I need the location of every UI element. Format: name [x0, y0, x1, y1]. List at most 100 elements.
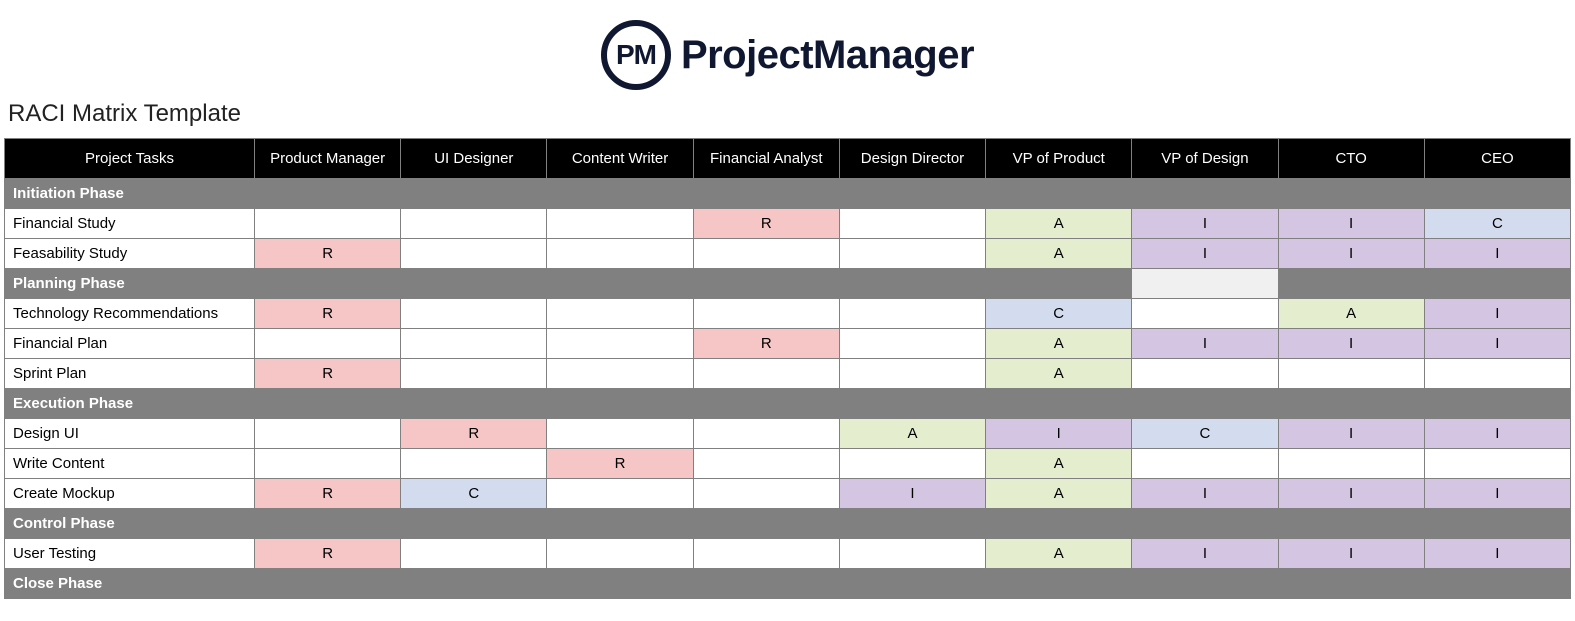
task-name: Financial Study — [5, 209, 255, 239]
raci-cell — [1132, 359, 1278, 389]
phase-cell — [255, 269, 401, 299]
raci-cell — [1278, 359, 1424, 389]
phase-cell — [693, 569, 839, 599]
table-row: Financial StudyRAIIC — [5, 209, 1571, 239]
raci-cell: A — [986, 329, 1132, 359]
phase-name: Planning Phase — [5, 269, 255, 299]
table-row: Write ContentRA — [5, 449, 1571, 479]
phase-cell — [693, 389, 839, 419]
raci-cell — [255, 449, 401, 479]
phase-cell — [1278, 389, 1424, 419]
raci-cell: C — [1424, 209, 1570, 239]
task-name: Financial Plan — [5, 329, 255, 359]
raci-cell: A — [986, 449, 1132, 479]
phase-cell — [839, 509, 985, 539]
phase-cell — [839, 389, 985, 419]
raci-cell: R — [255, 539, 401, 569]
raci-cell: I — [1424, 299, 1570, 329]
raci-cell: R — [693, 209, 839, 239]
col-header-role: UI Designer — [401, 139, 547, 179]
raci-cell: I — [1278, 209, 1424, 239]
raci-cell — [401, 359, 547, 389]
phase-name: Control Phase — [5, 509, 255, 539]
logo-area: PM ProjectManager — [0, 0, 1575, 100]
raci-cell: C — [401, 479, 547, 509]
phase-cell — [255, 509, 401, 539]
phase-cell — [1132, 509, 1278, 539]
table-row: Create MockupRCIAIII — [5, 479, 1571, 509]
phase-cell — [1132, 179, 1278, 209]
raci-cell — [839, 209, 985, 239]
phase-cell — [986, 569, 1132, 599]
phase-cell — [839, 269, 985, 299]
phase-cell — [255, 389, 401, 419]
phase-cell — [986, 269, 1132, 299]
task-name: Technology Recommendations — [5, 299, 255, 329]
raci-cell: R — [255, 359, 401, 389]
phase-cell — [255, 179, 401, 209]
phase-cell — [986, 509, 1132, 539]
col-header-role: Financial Analyst — [693, 139, 839, 179]
phase-name: Initiation Phase — [5, 179, 255, 209]
raci-cell — [693, 359, 839, 389]
raci-cell — [1424, 449, 1570, 479]
raci-cell — [547, 419, 693, 449]
phase-row: Planning Phase — [5, 269, 1571, 299]
raci-cell — [401, 239, 547, 269]
raci-cell — [839, 539, 985, 569]
phase-cell — [839, 179, 985, 209]
raci-cell — [693, 419, 839, 449]
phase-name: Execution Phase — [5, 389, 255, 419]
raci-cell — [693, 539, 839, 569]
raci-cell — [401, 539, 547, 569]
phase-cell — [401, 389, 547, 419]
raci-cell — [839, 329, 985, 359]
phase-cell — [1424, 179, 1570, 209]
raci-cell: A — [839, 419, 985, 449]
raci-cell — [547, 539, 693, 569]
raci-cell — [839, 299, 985, 329]
table-header: Project TasksProduct ManagerUI DesignerC… — [5, 139, 1571, 179]
task-name: Sprint Plan — [5, 359, 255, 389]
raci-cell: I — [1278, 239, 1424, 269]
phase-cell — [401, 569, 547, 599]
phase-cell — [547, 179, 693, 209]
raci-cell: I — [1132, 329, 1278, 359]
raci-cell: R — [255, 299, 401, 329]
phase-cell — [839, 569, 985, 599]
raci-cell — [255, 419, 401, 449]
page-title: RACI Matrix Template — [0, 100, 1575, 138]
raci-cell: R — [547, 449, 693, 479]
raci-cell — [839, 449, 985, 479]
raci-cell: A — [986, 239, 1132, 269]
phase-cell — [1278, 569, 1424, 599]
raci-cell: I — [839, 479, 985, 509]
table-row: Financial PlanRAIII — [5, 329, 1571, 359]
raci-cell: I — [1132, 479, 1278, 509]
raci-cell: R — [693, 329, 839, 359]
phase-cell — [1132, 569, 1278, 599]
raci-cell: I — [1132, 239, 1278, 269]
phase-cell — [1278, 269, 1424, 299]
raci-cell — [401, 449, 547, 479]
raci-cell: I — [1424, 539, 1570, 569]
col-header-role: Content Writer — [547, 139, 693, 179]
col-header-role: Design Director — [839, 139, 985, 179]
raci-cell: A — [986, 209, 1132, 239]
phase-cell — [1424, 509, 1570, 539]
phase-cell — [547, 269, 693, 299]
phase-cell — [1424, 389, 1570, 419]
phase-cell — [1424, 269, 1570, 299]
raci-cell — [547, 359, 693, 389]
phase-row: Control Phase — [5, 509, 1571, 539]
phase-cell — [401, 509, 547, 539]
raci-cell: R — [255, 479, 401, 509]
table-row: Sprint PlanRA — [5, 359, 1571, 389]
phase-cell — [693, 269, 839, 299]
raci-cell: R — [401, 419, 547, 449]
raci-cell — [1132, 449, 1278, 479]
raci-cell — [1424, 359, 1570, 389]
raci-cell: I — [1278, 329, 1424, 359]
raci-cell: I — [1424, 239, 1570, 269]
col-header-role: VP of Product — [986, 139, 1132, 179]
